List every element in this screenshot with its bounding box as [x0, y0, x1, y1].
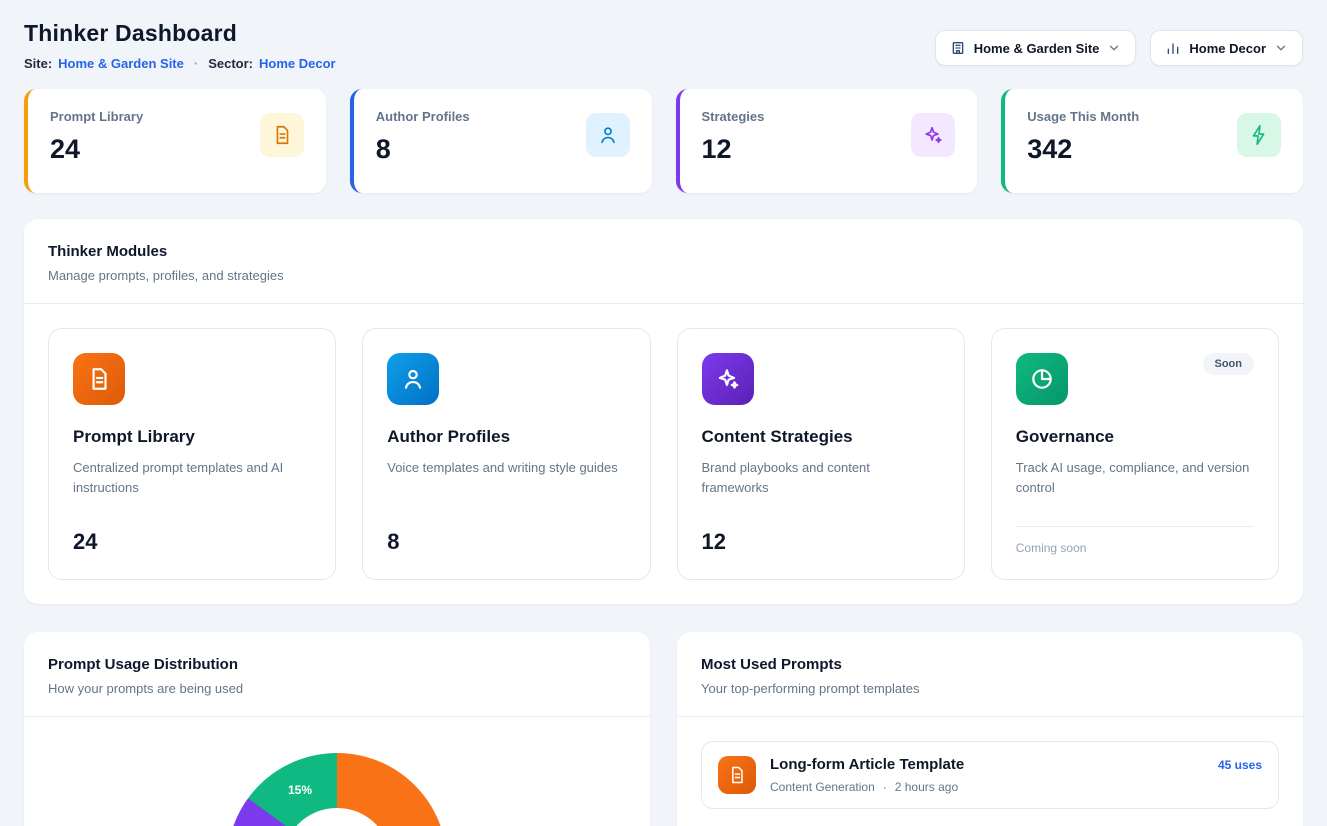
prompt-category: Content Generation	[770, 780, 875, 794]
person-icon	[387, 353, 439, 405]
module-title: Prompt Library	[73, 427, 311, 447]
module-count: 8	[387, 529, 625, 555]
modules-panel-title: Thinker Modules	[48, 243, 1279, 260]
module-card-author-profiles[interactable]: Author Profiles Voice templates and writ…	[362, 328, 650, 580]
modules-panel-header: Thinker Modules Manage prompts, profiles…	[24, 219, 1303, 303]
pie-chart-icon	[1016, 353, 1068, 405]
coming-soon-text: Coming soon	[1016, 541, 1254, 555]
prompt-usage-card: Prompt Usage Distribution How your promp…	[24, 632, 650, 826]
module-title: Author Profiles	[387, 427, 625, 447]
module-card-governance[interactable]: Soon Governance Track AI usage, complian…	[991, 328, 1279, 580]
stat-label: Prompt Library	[50, 109, 143, 124]
chevron-down-icon	[1274, 41, 1288, 55]
site-selector-dropdown[interactable]: Home & Garden Site	[935, 30, 1137, 66]
site-link[interactable]: Home & Garden Site	[58, 56, 184, 71]
prompts-card-subtitle: Your top-performing prompt templates	[701, 681, 1279, 696]
list-item[interactable]: Long-form Article Template Content Gener…	[701, 741, 1279, 809]
bar-chart-icon	[1165, 40, 1181, 56]
stat-card-usage: Usage This Month 342	[1001, 89, 1303, 193]
stat-value: 342	[1027, 134, 1139, 165]
stat-card-strategies: Strategies 12	[676, 89, 978, 193]
prompts-card-title: Most Used Prompts	[701, 656, 1279, 673]
module-description: Voice templates and writing style guides	[387, 458, 625, 478]
prompt-uses-badge: 45 uses	[1218, 756, 1262, 772]
prompt-time: 2 hours ago	[895, 780, 958, 794]
stat-card-author-profiles: Author Profiles 8	[350, 89, 652, 193]
stat-value: 24	[50, 134, 143, 165]
module-title: Content Strategies	[702, 427, 940, 447]
dashboard-page: Thinker Dashboard Site: Home & Garden Si…	[0, 0, 1327, 826]
page-header: Thinker Dashboard Site: Home & Garden Si…	[24, 20, 1303, 71]
document-icon	[718, 756, 756, 794]
stat-label: Strategies	[702, 109, 765, 124]
separator-dot: ·	[883, 780, 887, 794]
prompts-card-header: Most Used Prompts Your top-performing pr…	[677, 632, 1303, 716]
soon-badge: Soon	[1203, 353, 1255, 375]
thinker-modules-panel: Thinker Modules Manage prompts, profiles…	[24, 219, 1303, 604]
stat-card-prompt-library: Prompt Library 24	[24, 89, 326, 193]
site-selector-label: Home & Garden Site	[974, 41, 1100, 56]
site-label: Site:	[24, 56, 52, 71]
separator-dot: ·	[194, 56, 198, 71]
usage-donut-chart: 15%	[227, 753, 447, 826]
donut-segment-label: 15%	[288, 783, 312, 797]
module-title: Governance	[1016, 427, 1254, 447]
building-icon	[950, 40, 966, 56]
module-count: 12	[702, 529, 940, 555]
person-icon	[586, 113, 630, 157]
module-footer: Coming soon	[1016, 526, 1254, 555]
prompt-meta: Content Generation · 2 hours ago	[770, 780, 964, 794]
module-card-content-strategies[interactable]: Content Strategies Brand playbooks and c…	[677, 328, 965, 580]
module-description: Centralized prompt templates and AI inst…	[73, 458, 311, 498]
usage-card-title: Prompt Usage Distribution	[48, 656, 626, 673]
modules-grid: Prompt Library Centralized prompt templa…	[24, 304, 1303, 604]
sector-label: Sector:	[208, 56, 253, 71]
chevron-down-icon	[1107, 41, 1121, 55]
sparkle-icon	[702, 353, 754, 405]
module-description: Brand playbooks and content frameworks	[702, 458, 940, 498]
divider	[24, 716, 650, 717]
module-count: 24	[73, 529, 311, 555]
most-used-prompts-card: Most Used Prompts Your top-performing pr…	[677, 632, 1303, 826]
module-description: Track AI usage, compliance, and version …	[1016, 458, 1254, 498]
stats-row: Prompt Library 24 Author Profiles 8 Stra…	[24, 89, 1303, 193]
usage-card-header: Prompt Usage Distribution How your promp…	[24, 632, 650, 716]
stat-value: 8	[376, 134, 470, 165]
stat-label: Author Profiles	[376, 109, 470, 124]
breadcrumb: Site: Home & Garden Site · Sector: Home …	[24, 56, 336, 71]
divider	[1016, 526, 1254, 527]
modules-panel-subtitle: Manage prompts, profiles, and strategies	[48, 268, 1279, 283]
lightning-icon	[1237, 113, 1281, 157]
document-icon	[260, 113, 304, 157]
stat-label: Usage This Month	[1027, 109, 1139, 124]
sector-link[interactable]: Home Decor	[259, 56, 336, 71]
prompt-title: Long-form Article Template	[770, 756, 964, 773]
bottom-row: Prompt Usage Distribution How your promp…	[24, 632, 1303, 826]
document-icon	[73, 353, 125, 405]
usage-card-subtitle: How your prompts are being used	[48, 681, 626, 696]
page-title: Thinker Dashboard	[24, 20, 336, 47]
sector-selector-dropdown[interactable]: Home Decor	[1150, 30, 1303, 66]
module-card-prompt-library[interactable]: Prompt Library Centralized prompt templa…	[48, 328, 336, 580]
header-controls: Home & Garden Site Home Decor	[935, 30, 1303, 66]
sparkle-icon	[911, 113, 955, 157]
header-left: Thinker Dashboard Site: Home & Garden Si…	[24, 20, 336, 71]
sector-selector-label: Home Decor	[1189, 41, 1266, 56]
prompt-list: Long-form Article Template Content Gener…	[677, 717, 1303, 826]
stat-value: 12	[702, 134, 765, 165]
